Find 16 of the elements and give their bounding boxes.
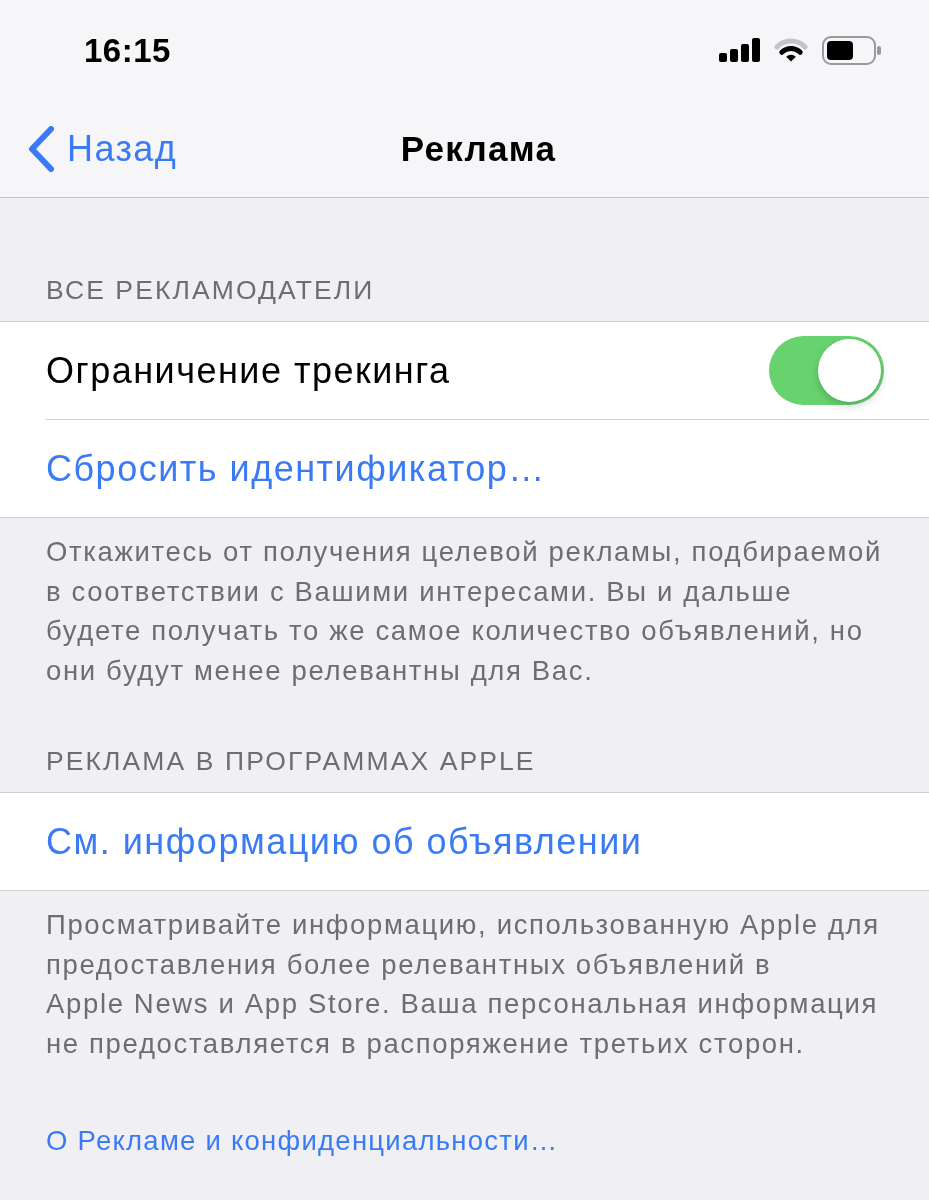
battery-icon bbox=[822, 35, 881, 65]
privacy-link[interactable]: О Рекламе и конфиденциальности… bbox=[46, 1125, 559, 1156]
action-link[interactable]: Сбросить идентификатор… bbox=[46, 450, 546, 487]
status-time: 16:15 bbox=[84, 33, 171, 67]
action-link[interactable]: См. информацию об объявлении bbox=[46, 823, 643, 860]
section-header: РЕКЛАМА В ПРОГРАММАХ APPLE bbox=[45, 745, 537, 778]
setting-label: Ограничение трекинга bbox=[46, 352, 451, 389]
signal-icon bbox=[719, 38, 760, 62]
page-title: Реклама bbox=[400, 131, 557, 166]
chevron-left-icon bbox=[28, 125, 55, 172]
footer-note: Просматривайте информацию, использованную Apple для предоставления более релевантных объявлений в Apple News и App Store. Ваша персональная информация не предоставляется в распоряжение третьих сторон. bbox=[45, 908, 881, 1061]
back-button[interactable]: Назад bbox=[28, 125, 178, 172]
footer-note: Откажитесь от получения целевой рекламы, подбираемой в соответствии с Вашими интересами. Вы и дальше будете получать то же самое количество объявлений, но они будут менее релевантны для Вас. bbox=[45, 535, 883, 688]
toggle-switch[interactable] bbox=[769, 336, 884, 405]
wifi-icon bbox=[773, 37, 809, 63]
section-header: ВСЕ РЕКЛАМОДАТЕЛИ bbox=[45, 274, 376, 307]
